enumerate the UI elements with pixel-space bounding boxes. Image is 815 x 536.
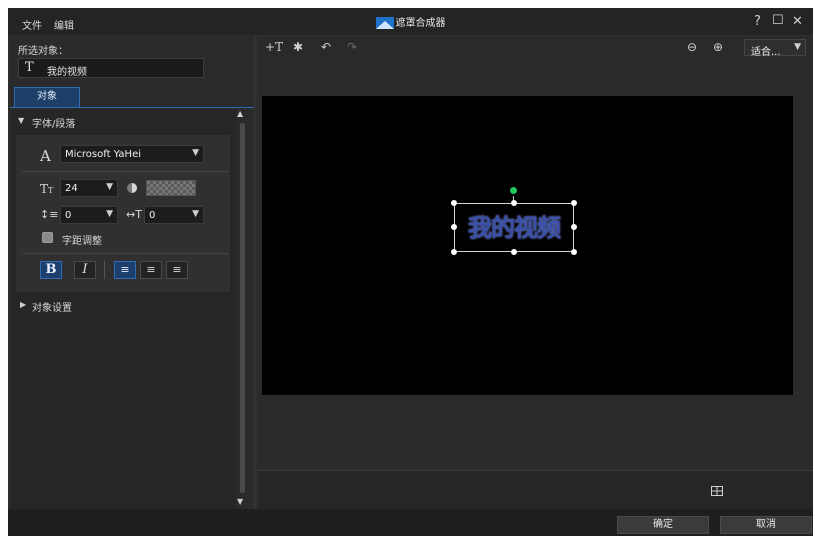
canvas-toolbar: +T ✱ ↶ ↷ ⊖ ⊕ 适合... ▼ xyxy=(258,36,813,60)
color-fill-icon[interactable] xyxy=(126,182,138,194)
window-title: 遮罩合成器 xyxy=(8,14,813,29)
align-center-button[interactable]: ≡ xyxy=(140,261,162,279)
help-button[interactable]: ? xyxy=(754,14,761,29)
rotate-handle[interactable] xyxy=(510,187,517,194)
section-font-title[interactable]: 字体/段落 xyxy=(32,115,75,130)
font-size-icon: TT xyxy=(40,182,54,196)
ok-button[interactable]: 确定 xyxy=(617,516,709,534)
font-size-value: 24 xyxy=(65,183,78,194)
resize-handle[interactable] xyxy=(571,224,577,230)
scroll-down-icon[interactable]: ▼ xyxy=(237,497,243,506)
resize-handle[interactable] xyxy=(451,224,457,230)
resize-handle[interactable] xyxy=(451,249,457,255)
char-spacing-value: 0 xyxy=(149,210,156,221)
resize-handle[interactable] xyxy=(511,249,517,255)
resize-handle[interactable] xyxy=(511,200,517,206)
font-size-dropdown[interactable]: 24 ▼ xyxy=(60,179,118,197)
resize-handle[interactable] xyxy=(571,200,577,206)
italic-button[interactable]: I xyxy=(74,261,96,279)
align-right-button[interactable]: ≡ xyxy=(166,261,188,279)
divider xyxy=(104,261,105,279)
canvas-text[interactable]: 我的视频 xyxy=(454,208,574,243)
chevron-down-icon: ▼ xyxy=(192,209,199,219)
line-spacing-value: 0 xyxy=(65,210,72,221)
kerning-label: 字距调整 xyxy=(62,236,102,247)
divider xyxy=(22,171,228,172)
window-title-text: 遮罩合成器 xyxy=(395,18,446,29)
scrollbar-thumb[interactable] xyxy=(240,123,245,493)
section-object-expand-icon[interactable]: ▶ xyxy=(20,300,26,309)
add-shape-icon[interactable]: ✱ xyxy=(288,39,308,55)
char-spacing-icon: ↔T xyxy=(126,208,142,221)
left-panel: 所选对象： T 我的视频 对象 ▼ 字体/段落 A Microsoft YaHe… xyxy=(10,35,254,509)
align-left-button[interactable]: ≡ xyxy=(114,261,136,279)
redo-icon[interactable]: ↷ xyxy=(342,39,362,55)
fill-color-swatch[interactable] xyxy=(146,180,196,196)
selected-object-value: 我的视频 xyxy=(47,67,87,78)
section-font-collapse-icon[interactable]: ▼ xyxy=(18,116,24,125)
chevron-down-icon: ▼ xyxy=(192,148,199,158)
selected-object-field[interactable]: T 我的视频 xyxy=(18,58,204,78)
mask-designer-window: 文件 编辑 遮罩合成器 ? ☐ ✕ 所选对象： T 我的视频 对象 ▼ 字体/段… xyxy=(8,8,813,536)
cancel-button[interactable]: 取消 xyxy=(720,516,812,534)
section-object-title[interactable]: 对象设置 xyxy=(32,299,72,314)
text-object-icon: T xyxy=(25,60,34,75)
chevron-down-icon: ▼ xyxy=(794,42,801,52)
char-spacing-dropdown[interactable]: 0 ▼ xyxy=(144,206,204,224)
chevron-down-icon: ▼ xyxy=(106,209,113,219)
close-button[interactable]: ✕ xyxy=(792,14,803,29)
chevron-down-icon: ▼ xyxy=(106,182,113,192)
line-spacing-dropdown[interactable]: 0 ▼ xyxy=(60,206,118,224)
canvas-bottom-bar xyxy=(258,470,813,510)
bold-button[interactable]: B xyxy=(40,261,62,279)
splitter[interactable] xyxy=(254,35,255,509)
undo-icon[interactable]: ↶ xyxy=(316,39,336,55)
zoom-out-icon[interactable]: ⊖ xyxy=(682,39,702,55)
divider xyxy=(22,253,228,254)
kerning-checkbox[interactable] xyxy=(42,232,53,243)
font-icon: A xyxy=(40,147,51,165)
add-text-icon[interactable]: +T xyxy=(264,39,284,55)
resize-handle[interactable] xyxy=(571,249,577,255)
font-name-value: Microsoft YaHei xyxy=(65,149,141,160)
maximize-button[interactable]: ☐ xyxy=(772,13,784,28)
zoom-fit-value: 适合... xyxy=(751,47,781,58)
font-name-dropdown[interactable]: Microsoft YaHei ▼ xyxy=(60,145,204,163)
selected-object-label: 所选对象： xyxy=(18,46,68,57)
grid-icon[interactable] xyxy=(711,486,723,496)
app-logo-icon xyxy=(375,17,394,29)
resize-handle[interactable] xyxy=(451,200,457,206)
zoom-in-icon[interactable]: ⊕ xyxy=(708,39,728,55)
scroll-up-icon[interactable]: ▲ xyxy=(237,109,243,118)
tab-underline xyxy=(10,107,254,108)
tab-object[interactable]: 对象 xyxy=(14,87,80,107)
zoom-fit-dropdown[interactable]: 适合... ▼ xyxy=(744,39,806,58)
line-spacing-icon: ↕≡ xyxy=(40,208,59,221)
